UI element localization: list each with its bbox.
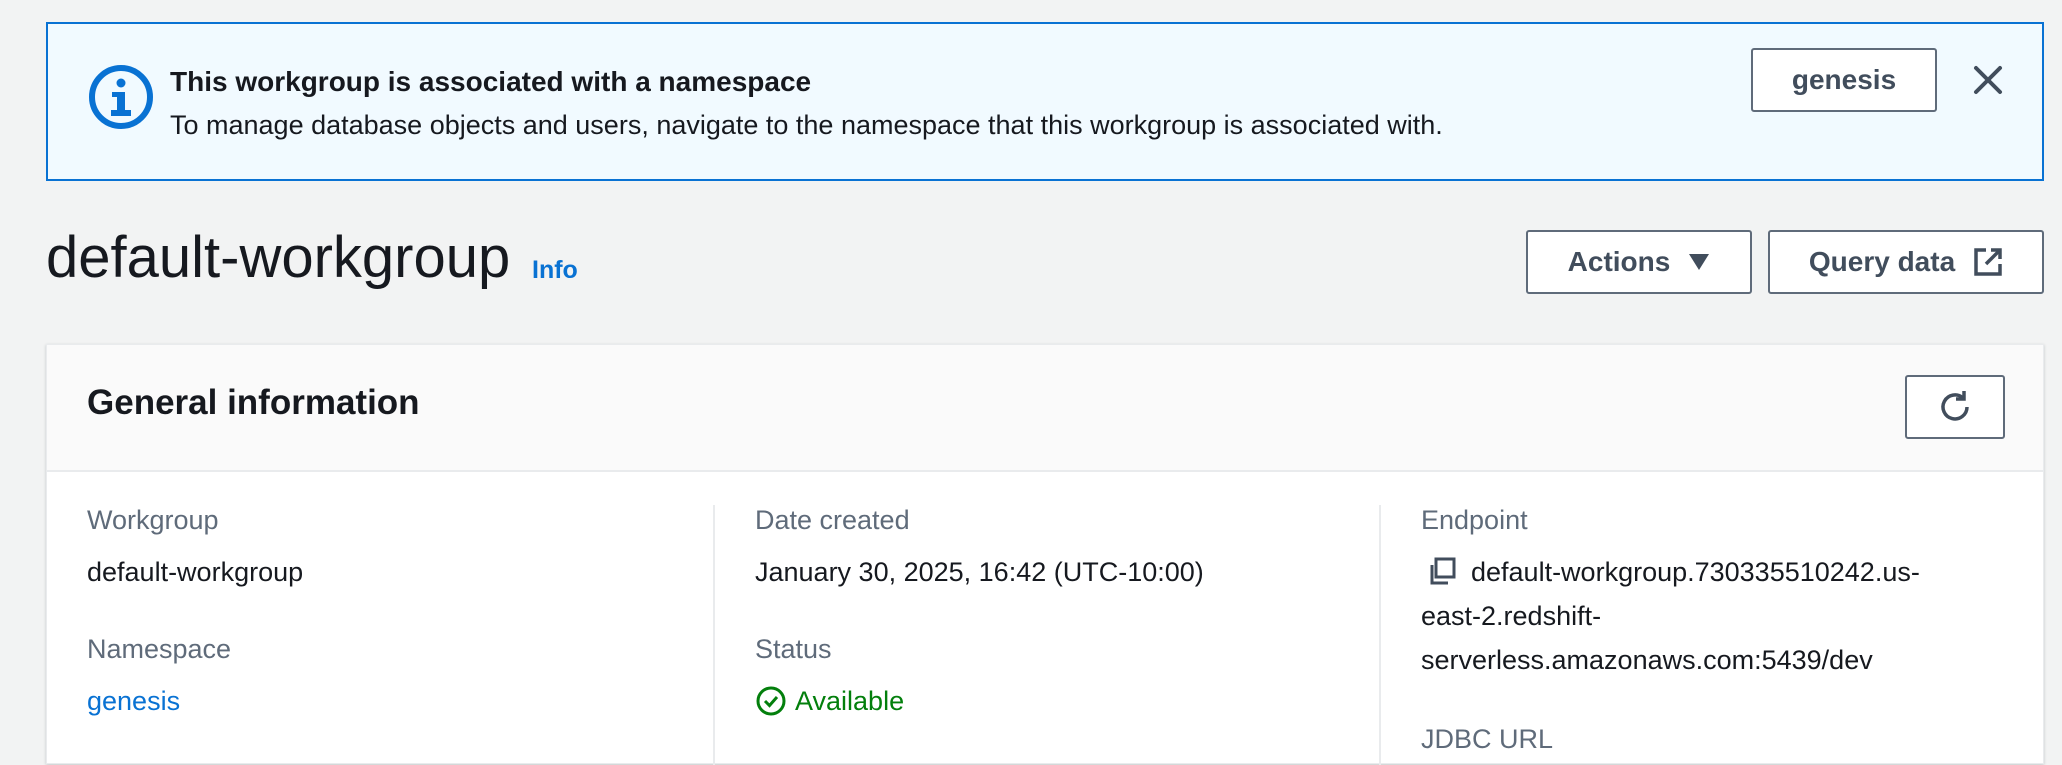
date-created-value: January 30, 2025, 16:42 (UTC-10:00) bbox=[755, 557, 1204, 587]
jdbc-url-label: JDBC URL bbox=[1421, 724, 1554, 754]
endpoint-line-2: east-2.redshift- bbox=[1421, 601, 1602, 631]
column-workgroup: Workgroup default-workgroup Namespace ge… bbox=[87, 505, 707, 723]
date-created-label: Date created bbox=[755, 505, 910, 535]
endpoint-line-1: default-workgroup.730335510242.us- bbox=[1471, 557, 1920, 587]
general-information-panel: General information Workgroup default-wo… bbox=[46, 344, 2044, 765]
endpoint-value: default-workgroup.730335510242.us- east-… bbox=[1421, 550, 2021, 682]
namespace-label: Namespace bbox=[87, 634, 232, 664]
external-link-icon bbox=[1974, 248, 2002, 276]
flash-title: This workgroup is associated with a name… bbox=[170, 66, 812, 97]
workgroup-label: Workgroup bbox=[87, 505, 219, 535]
column-divider bbox=[1379, 505, 1381, 765]
endpoint-line-3: serverless.amazonaws.com:5439/dev bbox=[1421, 645, 1873, 675]
status-value: Available bbox=[795, 686, 905, 716]
endpoint-label: Endpoint bbox=[1421, 505, 1528, 535]
refresh-button[interactable] bbox=[1905, 375, 2005, 439]
panel-header: General information bbox=[47, 345, 2043, 472]
workgroup-value: default-workgroup bbox=[87, 557, 304, 587]
actions-label: Actions bbox=[1567, 246, 1671, 277]
flash-description: To manage database objects and users, na… bbox=[170, 110, 1443, 140]
column-divider bbox=[713, 505, 715, 765]
status-label: Status bbox=[755, 634, 832, 664]
page-title: default-workgroup bbox=[46, 225, 511, 290]
query-data-label: Query data bbox=[1808, 246, 1956, 277]
info-icon bbox=[89, 65, 153, 129]
go-to-namespace-label: genesis bbox=[1791, 64, 1897, 95]
column-date-status: Date created January 30, 2025, 16:42 (UT… bbox=[755, 505, 1375, 723]
namespace-link[interactable]: genesis bbox=[87, 679, 707, 723]
refresh-icon bbox=[1941, 391, 1969, 421]
panel-title: General information bbox=[87, 383, 420, 422]
column-endpoint: Endpoint default-workgroup.730335510242.… bbox=[1421, 505, 2021, 755]
query-data-button[interactable]: Query data bbox=[1768, 230, 2044, 294]
close-icon[interactable] bbox=[1968, 60, 2008, 100]
check-circle-icon bbox=[756, 686, 786, 716]
caret-down-icon bbox=[1689, 254, 1710, 270]
go-to-namespace-button[interactable]: genesis bbox=[1751, 48, 1937, 112]
actions-dropdown-button[interactable]: Actions bbox=[1526, 230, 1752, 294]
status-badge: Available bbox=[755, 679, 1375, 723]
copy-icon[interactable] bbox=[1427, 556, 1457, 586]
info-link[interactable]: Info bbox=[532, 256, 578, 285]
info-flash-banner: This workgroup is associated with a name… bbox=[46, 22, 2044, 181]
